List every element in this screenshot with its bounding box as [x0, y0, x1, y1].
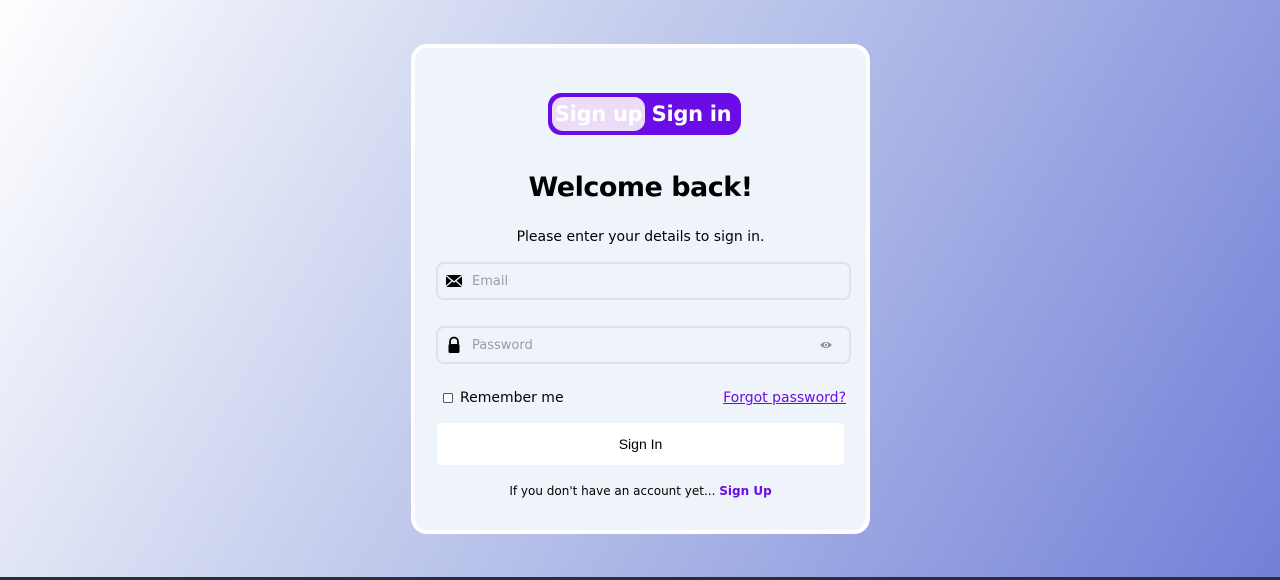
remember-me: Remember me — [443, 390, 564, 406]
email-input[interactable] — [472, 264, 812, 298]
remember-me-label[interactable]: Remember me — [460, 390, 564, 406]
auth-mode-toggle: Sign up Sign in — [548, 93, 741, 135]
envelope-icon — [445, 274, 463, 287]
page-title: Welcome back! — [528, 172, 753, 203]
email-field-wrapper — [436, 262, 851, 300]
password-field-wrapper — [436, 326, 851, 364]
page-subtitle: Please enter your details to sign in. — [516, 229, 765, 245]
tab-sign-in[interactable]: Sign in — [646, 97, 737, 131]
sign-up-link[interactable]: Sign Up — [719, 484, 771, 498]
eye-icon[interactable] — [819, 339, 833, 351]
signin-card: Sign up Sign in Welcome back! Please ent… — [411, 44, 870, 534]
remember-me-checkbox[interactable] — [443, 393, 453, 403]
password-input[interactable] — [472, 328, 812, 362]
lock-icon — [448, 336, 460, 353]
forgot-password-link[interactable]: Forgot password? — [723, 390, 846, 406]
sign-in-button[interactable]: Sign In — [437, 423, 844, 465]
signup-prompt: If you don't have an account yet... Sign… — [415, 484, 866, 498]
signup-prompt-text: If you don't have an account yet... — [509, 484, 716, 498]
tab-sign-up[interactable]: Sign up — [552, 97, 645, 131]
